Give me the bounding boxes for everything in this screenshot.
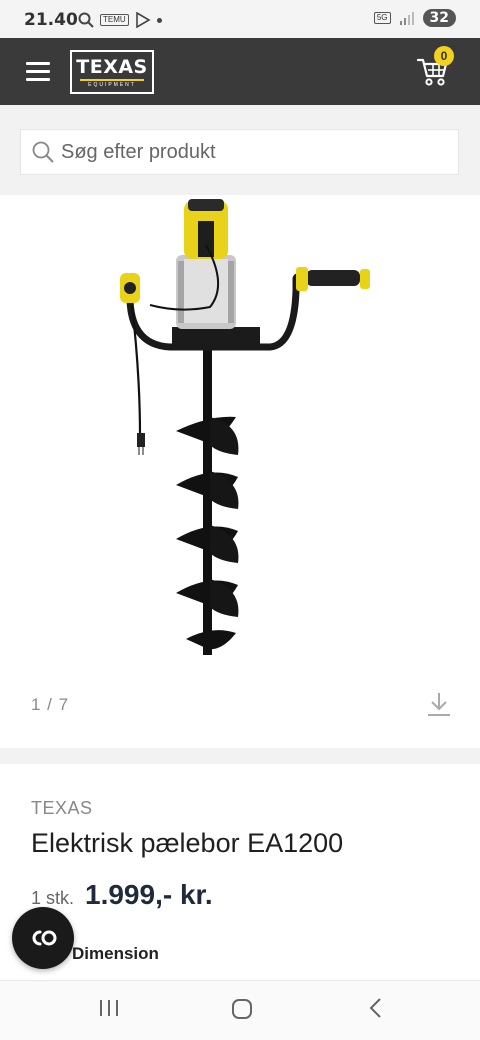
logo-name: TEXAS	[76, 56, 148, 78]
status-notification-icons: TEMU	[78, 12, 162, 28]
status-time: 21.40	[24, 10, 78, 30]
dot-icon	[156, 17, 162, 23]
product-price: 1.999,- kr.	[85, 879, 213, 910]
menu-button[interactable]	[26, 62, 50, 82]
battery-indicator: 32	[422, 9, 456, 27]
menu-icon-line	[26, 78, 50, 81]
android-nav-bar	[0, 980, 480, 1040]
product-gallery[interactable]: 1 / 7	[0, 195, 480, 748]
search-input[interactable]	[61, 130, 451, 174]
search-notification-icon	[78, 12, 94, 28]
search-section	[0, 105, 480, 195]
cart-count-badge[interactable]: 0	[434, 46, 454, 66]
product-quantity: 1 stk.	[31, 888, 75, 908]
product-image[interactable]	[110, 195, 380, 665]
status-bar: 21.40 TEMU 5G 32	[0, 0, 480, 38]
product-brand[interactable]: TEXAS	[31, 798, 93, 819]
play-store-icon	[135, 12, 151, 28]
home-icon[interactable]	[230, 997, 254, 1021]
cookie-consent-button[interactable]	[12, 907, 74, 969]
search-icon	[32, 141, 54, 163]
dimension-label: Dimension	[72, 944, 159, 963]
temu-notification-icon: TEMU	[100, 14, 129, 26]
search-box[interactable]	[20, 129, 459, 175]
section-divider	[0, 748, 480, 764]
recent-apps-icon[interactable]	[98, 997, 120, 1019]
texas-logo[interactable]: TEXAS EQUIPMENT	[70, 50, 154, 94]
product-title: Elektrisk pælebor EA1200	[31, 828, 344, 858]
logo-divider	[80, 79, 144, 81]
download-icon[interactable]	[426, 691, 452, 717]
cookie-icon	[32, 930, 57, 946]
menu-icon-line	[26, 62, 50, 65]
site-header: TEXAS EQUIPMENT 0	[0, 38, 480, 105]
network-type-icon: 5G	[373, 12, 391, 24]
status-system-icons: 5G 32	[373, 9, 456, 27]
back-icon[interactable]	[366, 997, 386, 1019]
gallery-pager: 1 / 7	[31, 695, 70, 714]
menu-icon-line	[26, 70, 50, 73]
signal-icon	[399, 12, 414, 25]
logo-subtitle: EQUIPMENT	[88, 82, 136, 88]
